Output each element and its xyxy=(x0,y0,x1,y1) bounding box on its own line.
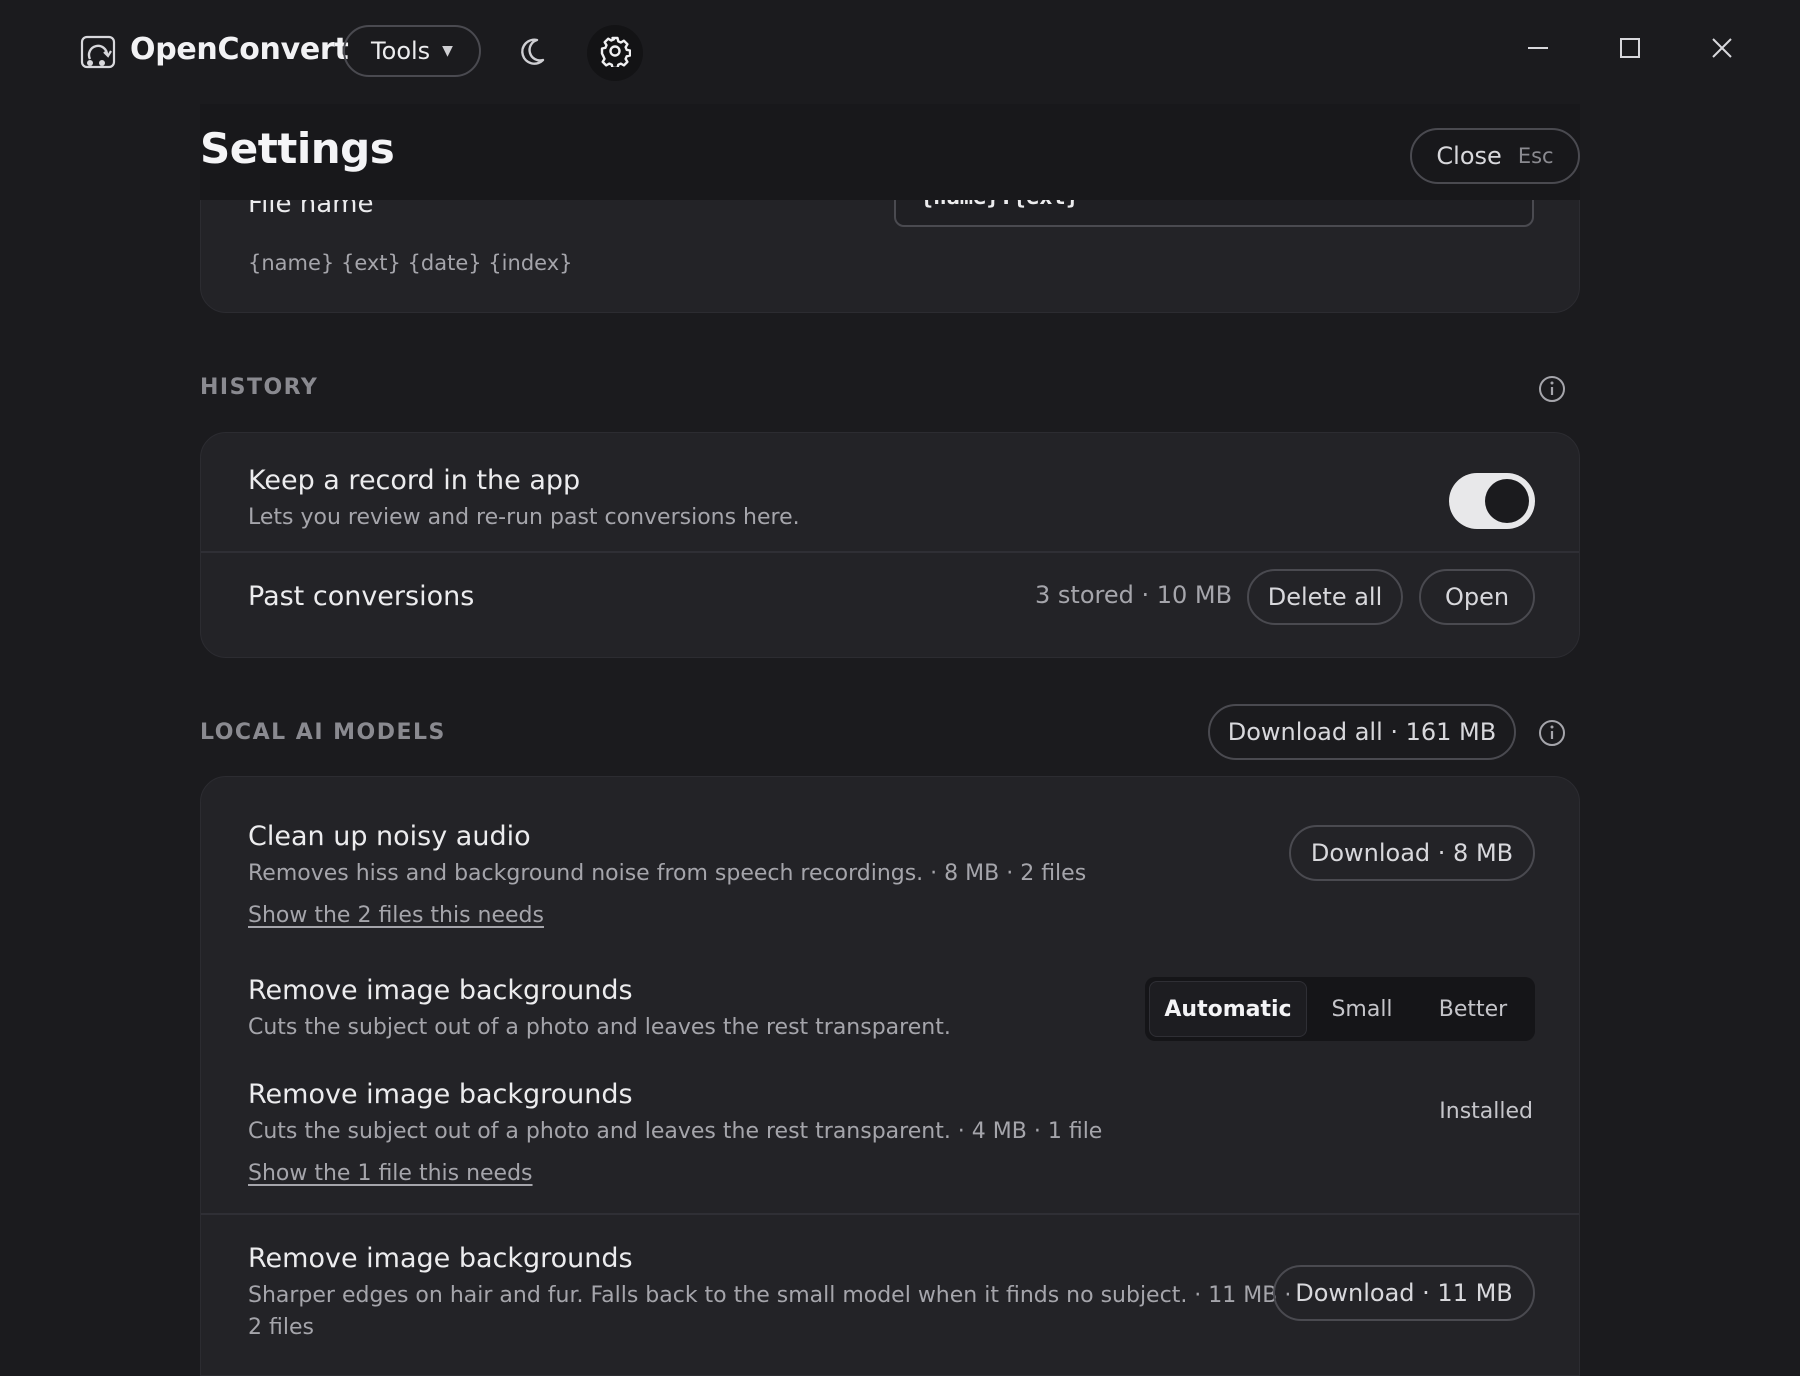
close-icon xyxy=(1712,38,1732,58)
delete-all-button[interactable]: Delete all xyxy=(1247,569,1403,625)
past-conversions-meta: 3 stored · 10 MB xyxy=(1035,581,1233,609)
tools-label: Tools xyxy=(371,37,431,65)
caret-down-icon: ▼ xyxy=(442,43,453,59)
ai-models-section-label: LOCAL AI MODELS xyxy=(200,720,446,745)
app-window: OpenConvert Tools ▼ File name {name} {ex… xyxy=(0,0,1800,1376)
ai-models-info-icon[interactable] xyxy=(1537,718,1567,748)
gear-icon xyxy=(599,35,632,71)
settings-button[interactable] xyxy=(587,25,643,81)
option-small[interactable]: Small xyxy=(1307,981,1417,1037)
moon-icon[interactable] xyxy=(517,33,555,71)
show-files-link[interactable]: Show the 1 file this needs xyxy=(248,1161,533,1186)
maximize-button[interactable] xyxy=(1610,28,1650,68)
convert-logo-icon xyxy=(80,33,118,71)
page-title: Settings xyxy=(200,124,395,173)
download-model-button[interactable]: Download · 11 MB xyxy=(1273,1265,1535,1321)
download-model-button[interactable]: Download · 8 MB xyxy=(1289,825,1535,881)
model-title: Remove image backgrounds xyxy=(248,1079,633,1110)
history-info-icon[interactable] xyxy=(1537,374,1567,404)
settings-header: Settings Close Esc xyxy=(200,104,1580,200)
close-label: Close xyxy=(1436,142,1502,170)
open-history-button[interactable]: Open xyxy=(1419,569,1535,625)
option-automatic[interactable]: Automatic xyxy=(1149,981,1307,1037)
model-subtitle: Cuts the subject out of a photo and leav… xyxy=(248,1119,1103,1144)
show-files-link[interactable]: Show the 2 files this needs xyxy=(248,903,544,928)
maximize-icon xyxy=(1620,38,1640,58)
close-settings-button[interactable]: Close Esc xyxy=(1410,128,1580,184)
minimize-icon xyxy=(1528,47,1548,49)
model-subtitle-cont: 2 files xyxy=(248,1315,314,1340)
app-name: OpenConvert xyxy=(130,32,349,67)
option-better[interactable]: Better xyxy=(1417,981,1529,1037)
download-all-button[interactable]: Download all · 161 MB xyxy=(1208,704,1516,760)
ai-models-card: Clean up noisy audio Removes hiss and ba… xyxy=(200,776,1580,1376)
file-name-tokens-hint: {name} {ext} {date} {index} xyxy=(248,251,573,275)
model-title: Remove image backgrounds xyxy=(248,975,633,1006)
model-subtitle: Removes hiss and background noise from s… xyxy=(248,861,1087,886)
model-title: Remove image backgrounds xyxy=(248,1243,633,1274)
divider xyxy=(201,551,1579,553)
keep-record-title: Keep a record in the app xyxy=(248,465,581,496)
history-section-label: HISTORY xyxy=(200,375,319,400)
tools-menu-button[interactable]: Tools ▼ xyxy=(343,25,481,77)
model-subtitle: Sharper edges on hair and fur. Falls bac… xyxy=(248,1283,1292,1308)
model-title: Clean up noisy audio xyxy=(248,821,531,852)
model-subtitle: Cuts the subject out of a photo and leav… xyxy=(248,1015,951,1040)
divider xyxy=(201,1213,1579,1215)
installed-status: Installed xyxy=(1439,1099,1533,1124)
minimize-button[interactable] xyxy=(1518,28,1558,68)
close-window-button[interactable] xyxy=(1702,28,1742,68)
past-conversions-title: Past conversions xyxy=(248,581,475,612)
keep-record-subtitle: Lets you review and re-run past conversi… xyxy=(248,505,800,530)
toggle-knob xyxy=(1485,479,1529,523)
title-bar: OpenConvert Tools ▼ xyxy=(0,0,1800,104)
history-card: Keep a record in the app Lets you review… xyxy=(200,432,1580,658)
keep-record-toggle[interactable] xyxy=(1449,473,1535,529)
model-size-selector: Automatic Small Better xyxy=(1145,977,1535,1041)
esc-shortcut-hint: Esc xyxy=(1517,144,1554,168)
